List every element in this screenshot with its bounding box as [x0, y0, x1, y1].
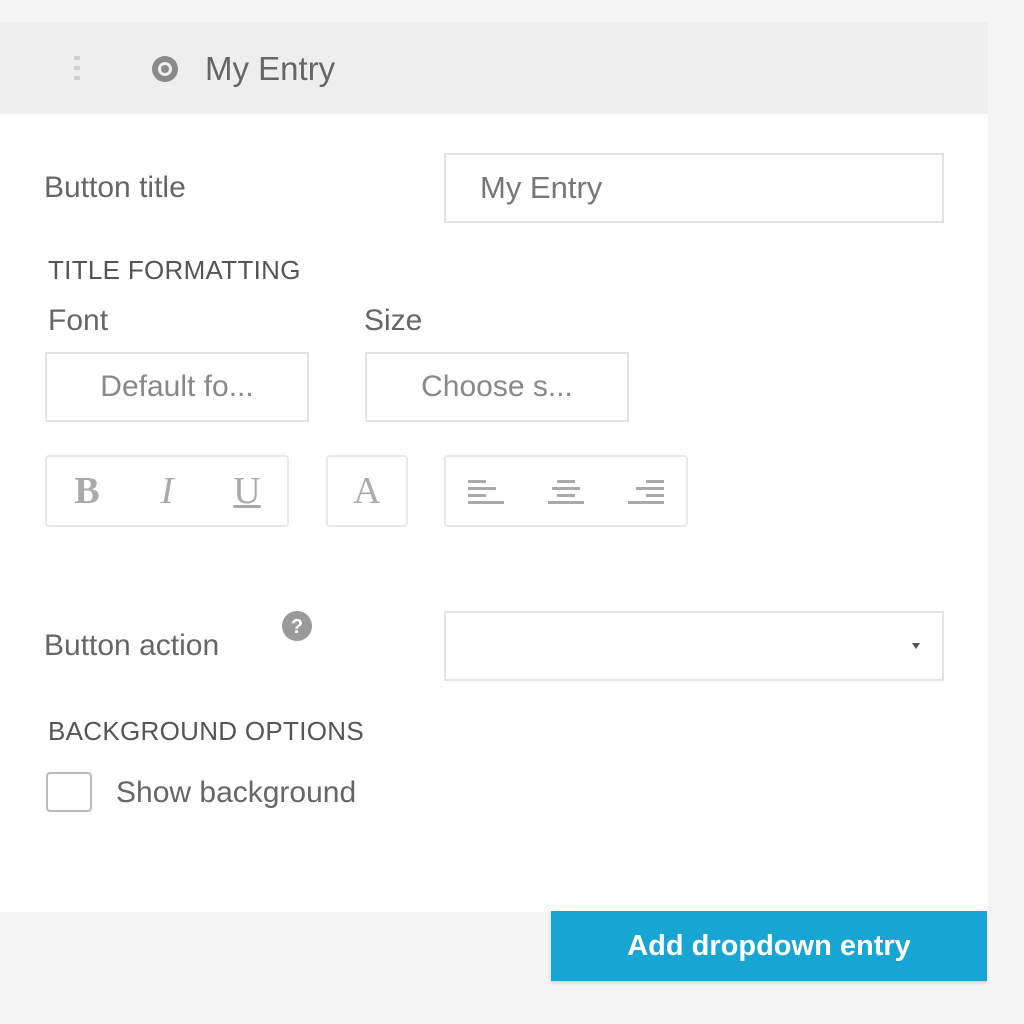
underline-button[interactable]: U — [207, 457, 287, 525]
add-dropdown-entry-button[interactable]: Add dropdown entry — [551, 911, 987, 981]
alignment-group — [444, 455, 688, 527]
font-label: Font — [48, 304, 109, 337]
chevron-down-icon — [912, 643, 920, 649]
align-right-icon[interactable] — [606, 457, 686, 525]
button-action-select[interactable] — [444, 611, 944, 681]
show-background-label: Show background — [116, 776, 357, 809]
size-select[interactable]: Choose s... — [365, 352, 629, 422]
drag-handle-icon[interactable] — [70, 56, 84, 80]
italic-button[interactable]: I — [127, 457, 207, 525]
entry-panel: My Entry Button title TITLE FORMATTING F… — [0, 22, 988, 912]
show-background-checkbox[interactable] — [46, 772, 92, 812]
size-label: Size — [364, 304, 423, 337]
title-formatting-heading: TITLE FORMATTING — [48, 255, 301, 285]
background-options-heading: BACKGROUND OPTIONS — [48, 716, 364, 746]
entry-header[interactable]: My Entry — [0, 22, 988, 114]
text-color-group: A — [326, 455, 408, 527]
text-color-button[interactable]: A — [328, 457, 406, 525]
align-left-icon[interactable] — [446, 457, 526, 525]
settings-icon[interactable] — [148, 52, 182, 86]
align-center-icon[interactable] — [526, 457, 606, 525]
svg-text:?: ? — [291, 616, 303, 638]
entry-title: My Entry — [205, 50, 336, 87]
text-style-group: B I U — [45, 455, 289, 527]
bold-button[interactable]: B — [47, 457, 127, 525]
button-action-label: Button action — [44, 629, 220, 662]
font-select[interactable]: Default fo... — [45, 352, 309, 422]
button-title-label: Button title — [44, 171, 186, 204]
button-title-input[interactable] — [444, 153, 944, 223]
help-icon[interactable]: ? — [280, 609, 314, 643]
